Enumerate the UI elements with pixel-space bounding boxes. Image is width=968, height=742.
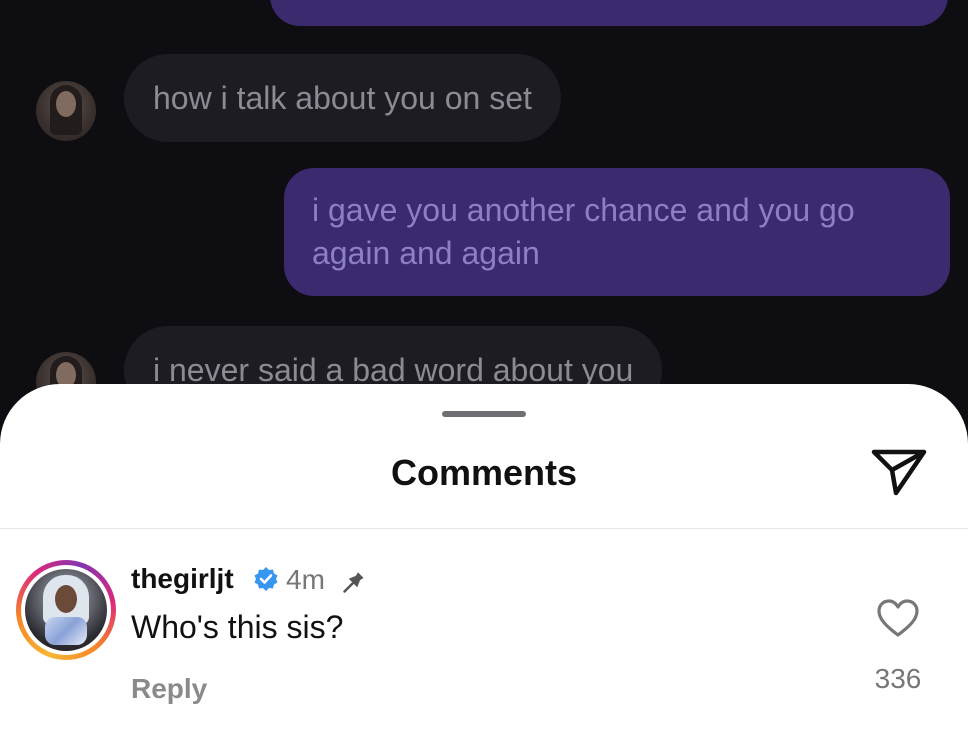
comment-text: Who's this sis? [131,609,344,645]
incoming-message-bubble[interactable]: how i talk about you on set [124,54,561,142]
outgoing-message-bubble[interactable]: i gave you another chance and you go aga… [284,168,950,296]
message-text: how i talk about you on set [153,80,532,116]
header-divider [0,528,968,529]
comment-avatar[interactable] [16,560,116,660]
sheet-title: Comments [390,452,578,493]
contact-avatar[interactable] [36,81,96,141]
message-text: i gave you another chance and you go aga… [312,192,855,271]
comment-timestamp: 4m [286,564,325,595]
pin-icon [343,572,364,593]
verified-badge-icon [254,567,278,591]
heart-outline-icon[interactable] [876,598,920,638]
message-text: i never said a bad word about you [153,352,634,388]
like-count: 336 [874,663,922,694]
drag-handle[interactable] [442,411,526,417]
dm-conversation: how i talk about you on set i gave you a… [0,0,968,420]
comment-username[interactable]: thegirljt [131,563,234,595]
reply-button[interactable]: Reply [131,673,207,705]
paper-plane-icon[interactable] [870,446,928,498]
outgoing-message-bubble[interactable] [270,0,948,26]
